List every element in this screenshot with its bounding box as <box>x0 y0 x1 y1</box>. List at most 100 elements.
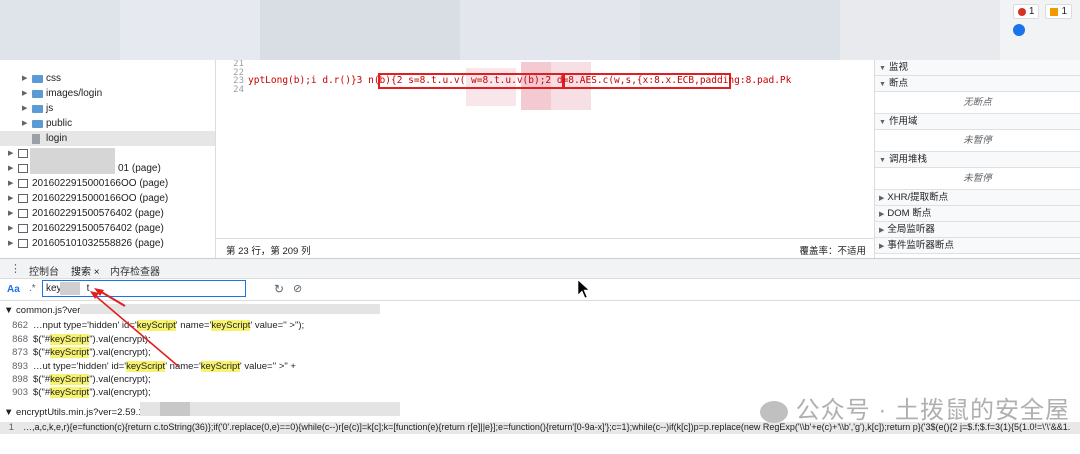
frame-icon <box>18 239 28 248</box>
result-file[interactable]: ▼ common.js?ver=2 <box>4 305 91 316</box>
expand-arrow-icon[interactable]: ▶ <box>22 71 27 86</box>
more-tabs-icon[interactable]: ⋮ <box>10 262 21 275</box>
tab-memory-inspector[interactable]: 内存检查器 <box>110 263 160 278</box>
warning-count-badge[interactable]: 1 <box>1045 4 1072 19</box>
section-label: 调用堆栈 <box>888 154 927 165</box>
expand-arrow-icon[interactable]: ▶ <box>8 176 13 191</box>
result-line[interactable]: …nput type='hidden' id='keyScript' name=… <box>33 320 304 331</box>
result-line[interactable]: $("#keyScript").val(encrypt); <box>33 347 151 358</box>
result-line[interactable]: …ut type='hidden' id='keyScript' name='k… <box>33 361 296 372</box>
result-text: $("# <box>33 347 51 358</box>
tree-item[interactable]: ▶ 2016022915000166OO (page) <box>0 176 215 191</box>
match-case-toggle[interactable]: Aa <box>7 284 20 295</box>
cursor-position: 第 23 行，第 209 列 <box>226 246 311 257</box>
blurred-region <box>640 0 840 60</box>
expand-arrow-icon[interactable]: ▶ <box>8 146 13 161</box>
debugger-section-1[interactable]: ▼ 断点 <box>875 76 1080 92</box>
tree-item[interactable]: ▶ js <box>0 101 215 116</box>
result-file[interactable]: ▼ encryptUtils.min.js?ver=2.59.1 <box>4 407 144 418</box>
section-label: 作用域 <box>888 116 918 127</box>
match-highlight: keyScript <box>126 361 166 372</box>
tab-console[interactable]: 控制台 <box>29 263 59 278</box>
clear-icon[interactable]: ⊘ <box>293 282 302 295</box>
tree-item-label: 201602291500576402 (page) <box>32 208 164 219</box>
wechat-icon <box>759 400 788 423</box>
blurred-region <box>60 282 80 295</box>
blurred-region <box>160 402 190 416</box>
result-line-number: 1 <box>8 422 14 433</box>
expand-arrow-icon[interactable]: ▶ <box>22 101 27 116</box>
match-highlight: keyScript <box>211 320 251 331</box>
debugger-section-2[interactable]: ▼ 作用域 <box>875 114 1080 130</box>
error-count-badge[interactable]: 1 <box>1012 4 1040 19</box>
result-text: $("# <box>33 387 51 398</box>
collapse-arrow-icon[interactable]: ▼ <box>879 119 886 126</box>
collapse-arrow-icon[interactable]: ▶ <box>879 195 884 202</box>
debugger-section-0[interactable]: ▼ 监视 <box>875 60 1080 76</box>
expand-arrow-icon[interactable]: ▼ <box>4 305 16 316</box>
line-number: 24 <box>233 84 244 95</box>
tree-item-label: login <box>46 133 68 144</box>
result-line[interactable]: $("#keyScript").val(encrypt); <box>33 387 151 398</box>
blurred-region <box>80 304 380 314</box>
debugger-section-6[interactable]: ▶ 全局监听器 <box>875 222 1080 238</box>
expand-arrow-icon[interactable]: ▶ <box>8 206 13 221</box>
frame-icon <box>18 179 28 188</box>
collapse-arrow-icon[interactable]: ▶ <box>879 211 884 218</box>
file-icon <box>32 134 40 144</box>
blurred-region <box>120 0 260 60</box>
tree-item[interactable]: ▶ public <box>0 116 215 131</box>
collapse-arrow-icon[interactable]: ▶ <box>879 227 884 234</box>
collapse-arrow-icon[interactable]: ▼ <box>879 65 886 72</box>
tree-item-label: 2016022915000166OO (page) <box>32 193 169 204</box>
tree-item[interactable]: ▶ 201605101032558826 (page) <box>0 236 215 251</box>
code-editor[interactable]: 21 22 23 24 yptLong(b);i d.r()}3 n(b){2 s=8… <box>216 60 874 238</box>
tree-item[interactable]: ▶ images/login <box>0 86 215 101</box>
blurred-region <box>840 0 1000 60</box>
tree-item[interactable]: ▶ 2016022915000166OO (page) <box>0 191 215 206</box>
tree-item[interactable]: ▶ 201602291500576402 (page) <box>0 221 215 236</box>
code-line[interactable]: yptLong(b);i d.r()}3 n(b){2 s=8.t.u.v( w… <box>248 75 791 86</box>
expand-arrow-icon[interactable]: ▶ <box>8 236 13 251</box>
section-label: 断点 <box>888 78 908 89</box>
tree-item[interactable]: ▶ 201602291500576402 (page) <box>0 206 215 221</box>
tree-item-label: js <box>46 103 54 114</box>
match-highlight: keyScript <box>200 361 240 372</box>
blurred-region <box>30 148 115 174</box>
section-label: 监视 <box>888 62 908 73</box>
result-line-number: 898 <box>12 374 28 385</box>
tree-item-label: 201605101032558826 (page) <box>32 238 164 249</box>
expand-arrow-icon[interactable]: ▶ <box>8 221 13 236</box>
issue-badges: 1 1 <box>1012 4 1072 19</box>
debugger-section-4[interactable]: ▶ XHR/提取断点 <box>875 190 1080 206</box>
pause-icon[interactable] <box>1013 24 1025 36</box>
expand-arrow-icon[interactable]: ▼ <box>4 407 16 418</box>
debugger-section-3[interactable]: ▼ 调用堆栈 <box>875 152 1080 168</box>
result-line[interactable]: $("#keyScript").val(encrypt); <box>33 334 151 345</box>
expand-arrow-icon[interactable]: ▶ <box>22 116 27 131</box>
drawer-tabbar: ⋮ 控制台 搜索 × 内存检查器 <box>0 258 1080 279</box>
refresh-icon[interactable]: ↻ <box>274 282 284 296</box>
match-highlight: keyScript <box>50 374 90 385</box>
collapse-arrow-icon[interactable]: ▼ <box>879 81 886 88</box>
collapse-arrow-icon[interactable]: ▶ <box>879 243 884 250</box>
debugger-section-7[interactable]: ▶ 事件监听器断点 <box>875 238 1080 254</box>
line-gutter: 21 22 23 24 <box>216 60 246 238</box>
tree-item[interactable]: ▶ css <box>0 71 215 86</box>
regex-toggle[interactable]: .* <box>29 283 36 294</box>
search-results: ▼ common.js?ver=2 ▼ encryptUtils.min.js?v… <box>0 301 1080 454</box>
debugger-section-5[interactable]: ▶ DOM 断点 <box>875 206 1080 222</box>
result-line[interactable]: $("#keyScript").val(encrypt); <box>33 374 151 385</box>
section-label: 全局监听器 <box>887 224 935 235</box>
tree-item[interactable]: login <box>0 131 215 146</box>
collapse-arrow-icon[interactable]: ▼ <box>879 157 886 164</box>
section-label: XHR/提取断点 <box>887 192 949 203</box>
expand-arrow-icon[interactable]: ▶ <box>8 161 13 176</box>
expand-arrow-icon[interactable]: ▶ <box>8 191 13 206</box>
frame-icon <box>18 194 28 203</box>
close-icon[interactable]: × <box>94 267 100 278</box>
tab-search[interactable]: 搜索 × <box>71 263 100 278</box>
section-label: 事件监听器断点 <box>887 240 954 251</box>
expand-arrow-icon[interactable]: ▶ <box>22 86 27 101</box>
match-highlight: keyScript <box>50 334 90 345</box>
